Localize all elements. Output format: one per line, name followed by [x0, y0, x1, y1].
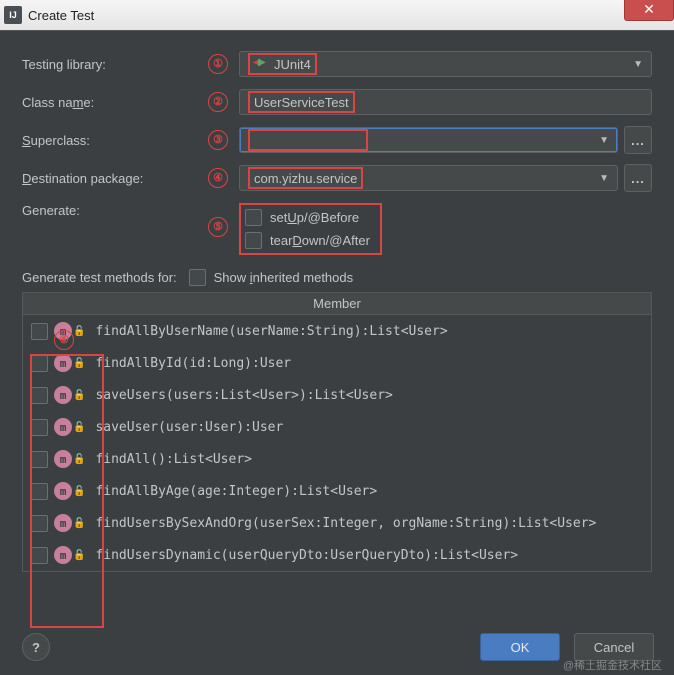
method-icon: m [54, 482, 72, 500]
member-checkbox[interactable] [31, 323, 48, 340]
annotation-6: ⑥ [54, 330, 74, 350]
annotation-5: ⑤ [197, 217, 239, 237]
lock-icon: 🔓 [73, 422, 85, 433]
member-row[interactable]: m🔓 saveUser(user:User):User [23, 411, 651, 443]
member-row[interactable]: m🔓 findAllByAge(age:Integer):List<User> [23, 475, 651, 507]
member-row[interactable]: m🔓 findUsersBySexAndOrg(userSex:Integer, … [23, 507, 651, 539]
label-superclass: Superclass: [22, 133, 197, 148]
annotation-1: ① [197, 54, 239, 74]
method-icon: m [54, 546, 72, 564]
method-icon: m [54, 514, 72, 532]
testing-library-dropdown[interactable]: JUnit4 ▼ [239, 51, 652, 77]
member-checkbox[interactable] [31, 387, 48, 404]
close-icon: ✕ [643, 1, 655, 18]
methods-section-label: Generate test methods for: Show inherite… [22, 269, 652, 286]
member-signature: findAllById(id:Long):User [95, 356, 291, 371]
lock-icon: 🔓 [73, 518, 85, 529]
junit-icon [254, 57, 268, 71]
lock-icon: 🔓 [73, 550, 85, 561]
setup-checkbox[interactable]: setUp/@Before [245, 209, 359, 226]
member-row[interactable]: m🔓 findAll():List<User> [23, 443, 651, 475]
app-icon: IJ [4, 6, 22, 24]
member-row[interactable]: m🔓 findAllById(id:Long):User [23, 347, 651, 379]
dropdown-arrow-icon: ▼ [633, 59, 643, 70]
annotation-3: ③ [197, 130, 239, 150]
browse-destination-button[interactable]: ... [624, 164, 652, 192]
member-checkbox[interactable] [31, 419, 48, 436]
member-checkbox[interactable] [31, 547, 48, 564]
label-testing-library: Testing library: [22, 57, 197, 72]
method-icon: m [54, 354, 72, 372]
member-signature: findAllByAge(age:Integer):List<User> [95, 484, 377, 499]
row-superclass: Superclass: ③ ▼ ... [22, 127, 652, 153]
library-value: JUnit4 [274, 57, 311, 72]
member-row[interactable]: m🔓 findUsersDynamic(userQueryDto:UserQuer… [23, 539, 651, 571]
titlebar[interactable]: IJ Create Test ✕ [0, 0, 674, 31]
lock-icon: 🔓 [73, 486, 85, 497]
row-destination: Destination package: ④ com.yizhu.service… [22, 165, 652, 191]
ok-button[interactable]: OK [480, 633, 560, 661]
browse-superclass-button[interactable]: ... [624, 126, 652, 154]
row-class-name: Class name: ② UserServiceTest [22, 89, 652, 115]
member-checkbox[interactable] [31, 483, 48, 500]
destination-value: com.yizhu.service [254, 171, 357, 186]
dialog-content: Testing library: ① JUnit4 ▼ Class name: … [0, 31, 674, 582]
watermark: @稀土掘金技术社区 [563, 657, 662, 673]
method-icon: m [54, 450, 72, 468]
member-checkbox[interactable] [31, 355, 48, 372]
lock-icon: 🔓 [73, 454, 85, 465]
superclass-dropdown[interactable]: ▼ [239, 127, 618, 153]
row-testing-library: Testing library: ① JUnit4 ▼ [22, 51, 652, 77]
label-generate: Generate: [22, 203, 197, 218]
window-title: Create Test [28, 8, 94, 23]
lock-icon: 🔓 [73, 390, 85, 401]
member-signature: findUsersDynamic(userQueryDto:UserQueryD… [95, 548, 518, 563]
member-signature: saveUsers(users:List<User>):List<User> [95, 388, 392, 403]
dialog-window: IJ Create Test ✕ Testing library: ① JUni… [0, 0, 674, 675]
method-icon: m [54, 418, 72, 436]
label-class-name: Class name: [22, 95, 197, 110]
member-checkbox[interactable] [31, 515, 48, 532]
teardown-checkbox[interactable]: tearDown/@After [245, 232, 370, 249]
member-row[interactable]: m🔓 saveUsers(users:List<User>):List<User> [23, 379, 651, 411]
destination-dropdown[interactable]: com.yizhu.service ▼ [239, 165, 618, 191]
member-signature: saveUser(user:User):User [95, 420, 283, 435]
annotation-4: ④ [197, 168, 239, 188]
class-name-input[interactable]: UserServiceTest [239, 89, 652, 115]
help-button[interactable]: ? [22, 633, 50, 661]
member-row[interactable]: m🔓findAllByUserName(userName:String):Lis… [23, 315, 651, 347]
member-signature: findAllByUserName(userName:String):List<… [95, 324, 447, 339]
show-inherited-checkbox[interactable]: Show inherited methods [189, 269, 353, 286]
close-button[interactable]: ✕ [624, 0, 674, 21]
member-signature: findAll():List<User> [95, 452, 252, 467]
method-icon: m [54, 386, 72, 404]
label-destination: Destination package: [22, 171, 197, 186]
member-header: Member [23, 293, 651, 315]
lock-icon: 🔓 [73, 358, 85, 369]
member-signature: findUsersBySexAndOrg(userSex:Integer, or… [95, 516, 596, 531]
dropdown-arrow-icon: ▼ [599, 173, 609, 184]
class-name-value: UserServiceTest [254, 95, 349, 110]
annotation-2: ② [197, 92, 239, 112]
member-checkbox[interactable] [31, 451, 48, 468]
dropdown-arrow-icon: ▼ [599, 135, 609, 146]
row-generate: Generate: ⑤ setUp/@Before tearDown/@Afte… [22, 203, 652, 255]
member-table: Member m🔓findAllByUserName(userName:Stri… [22, 292, 652, 572]
lock-icon: 🔓 [73, 326, 85, 337]
